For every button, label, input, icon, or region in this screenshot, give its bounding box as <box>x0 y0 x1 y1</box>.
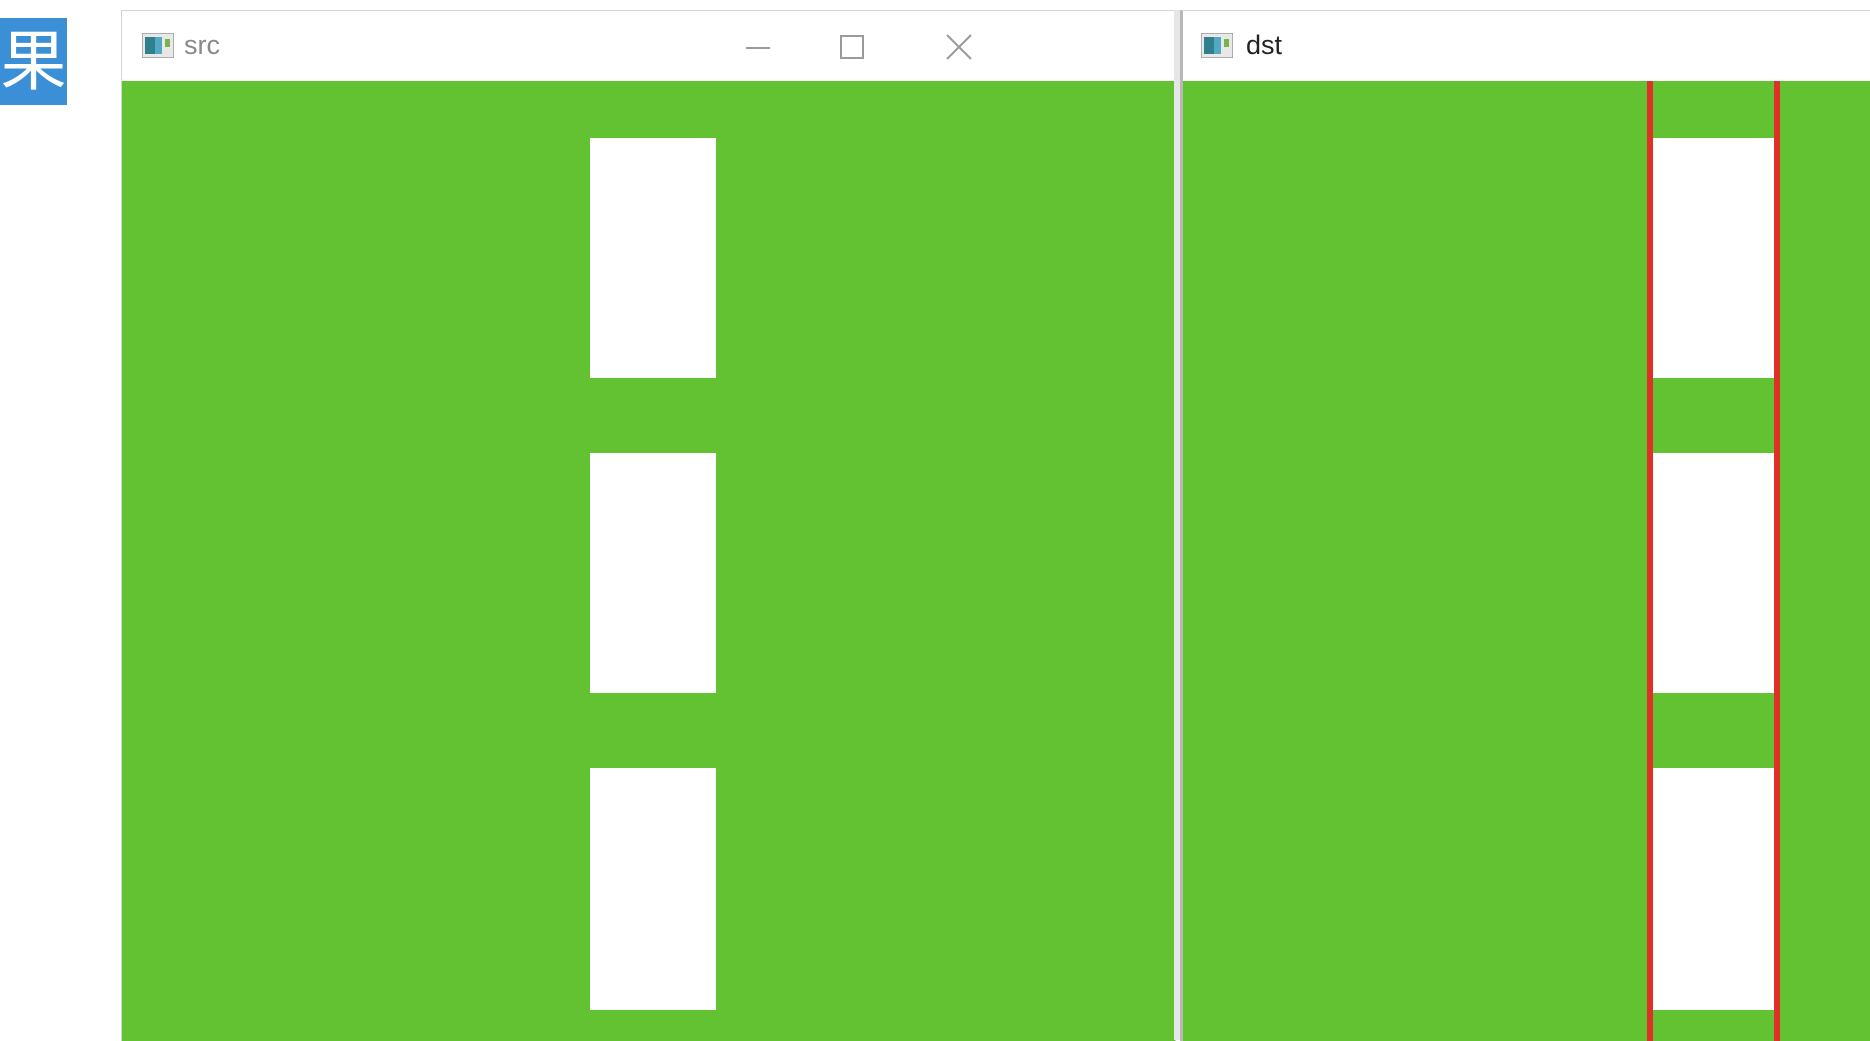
dst-window[interactable]: dst <box>1180 10 1870 1041</box>
white-rectangle-top <box>1651 138 1774 378</box>
maximize-icon[interactable] <box>832 27 872 67</box>
opencv-window-icon <box>1201 33 1233 58</box>
white-rectangle-middle <box>1651 453 1774 693</box>
src-image-area <box>122 81 1175 1041</box>
white-rectangle-bottom <box>590 768 716 1010</box>
white-rectangle-top <box>590 138 716 378</box>
white-rectangle-middle <box>590 453 716 693</box>
close-icon[interactable] <box>939 27 979 67</box>
boundary-line-left <box>1647 81 1653 1041</box>
boundary-line-right <box>1774 81 1780 1041</box>
opencv-window-icon <box>142 33 174 58</box>
white-rectangle-bottom <box>1651 768 1774 1010</box>
dst-image-area <box>1183 81 1870 1041</box>
dst-title-bar[interactable]: dst <box>1183 11 1870 81</box>
minimize-icon[interactable] <box>738 27 778 67</box>
src-title-bar[interactable]: src <box>122 11 1175 81</box>
src-window[interactable]: src <box>121 10 1176 1041</box>
dst-window-title: dst <box>1246 30 1283 60</box>
heading-badge: 果 <box>0 18 67 105</box>
src-window-title: src <box>184 30 220 60</box>
